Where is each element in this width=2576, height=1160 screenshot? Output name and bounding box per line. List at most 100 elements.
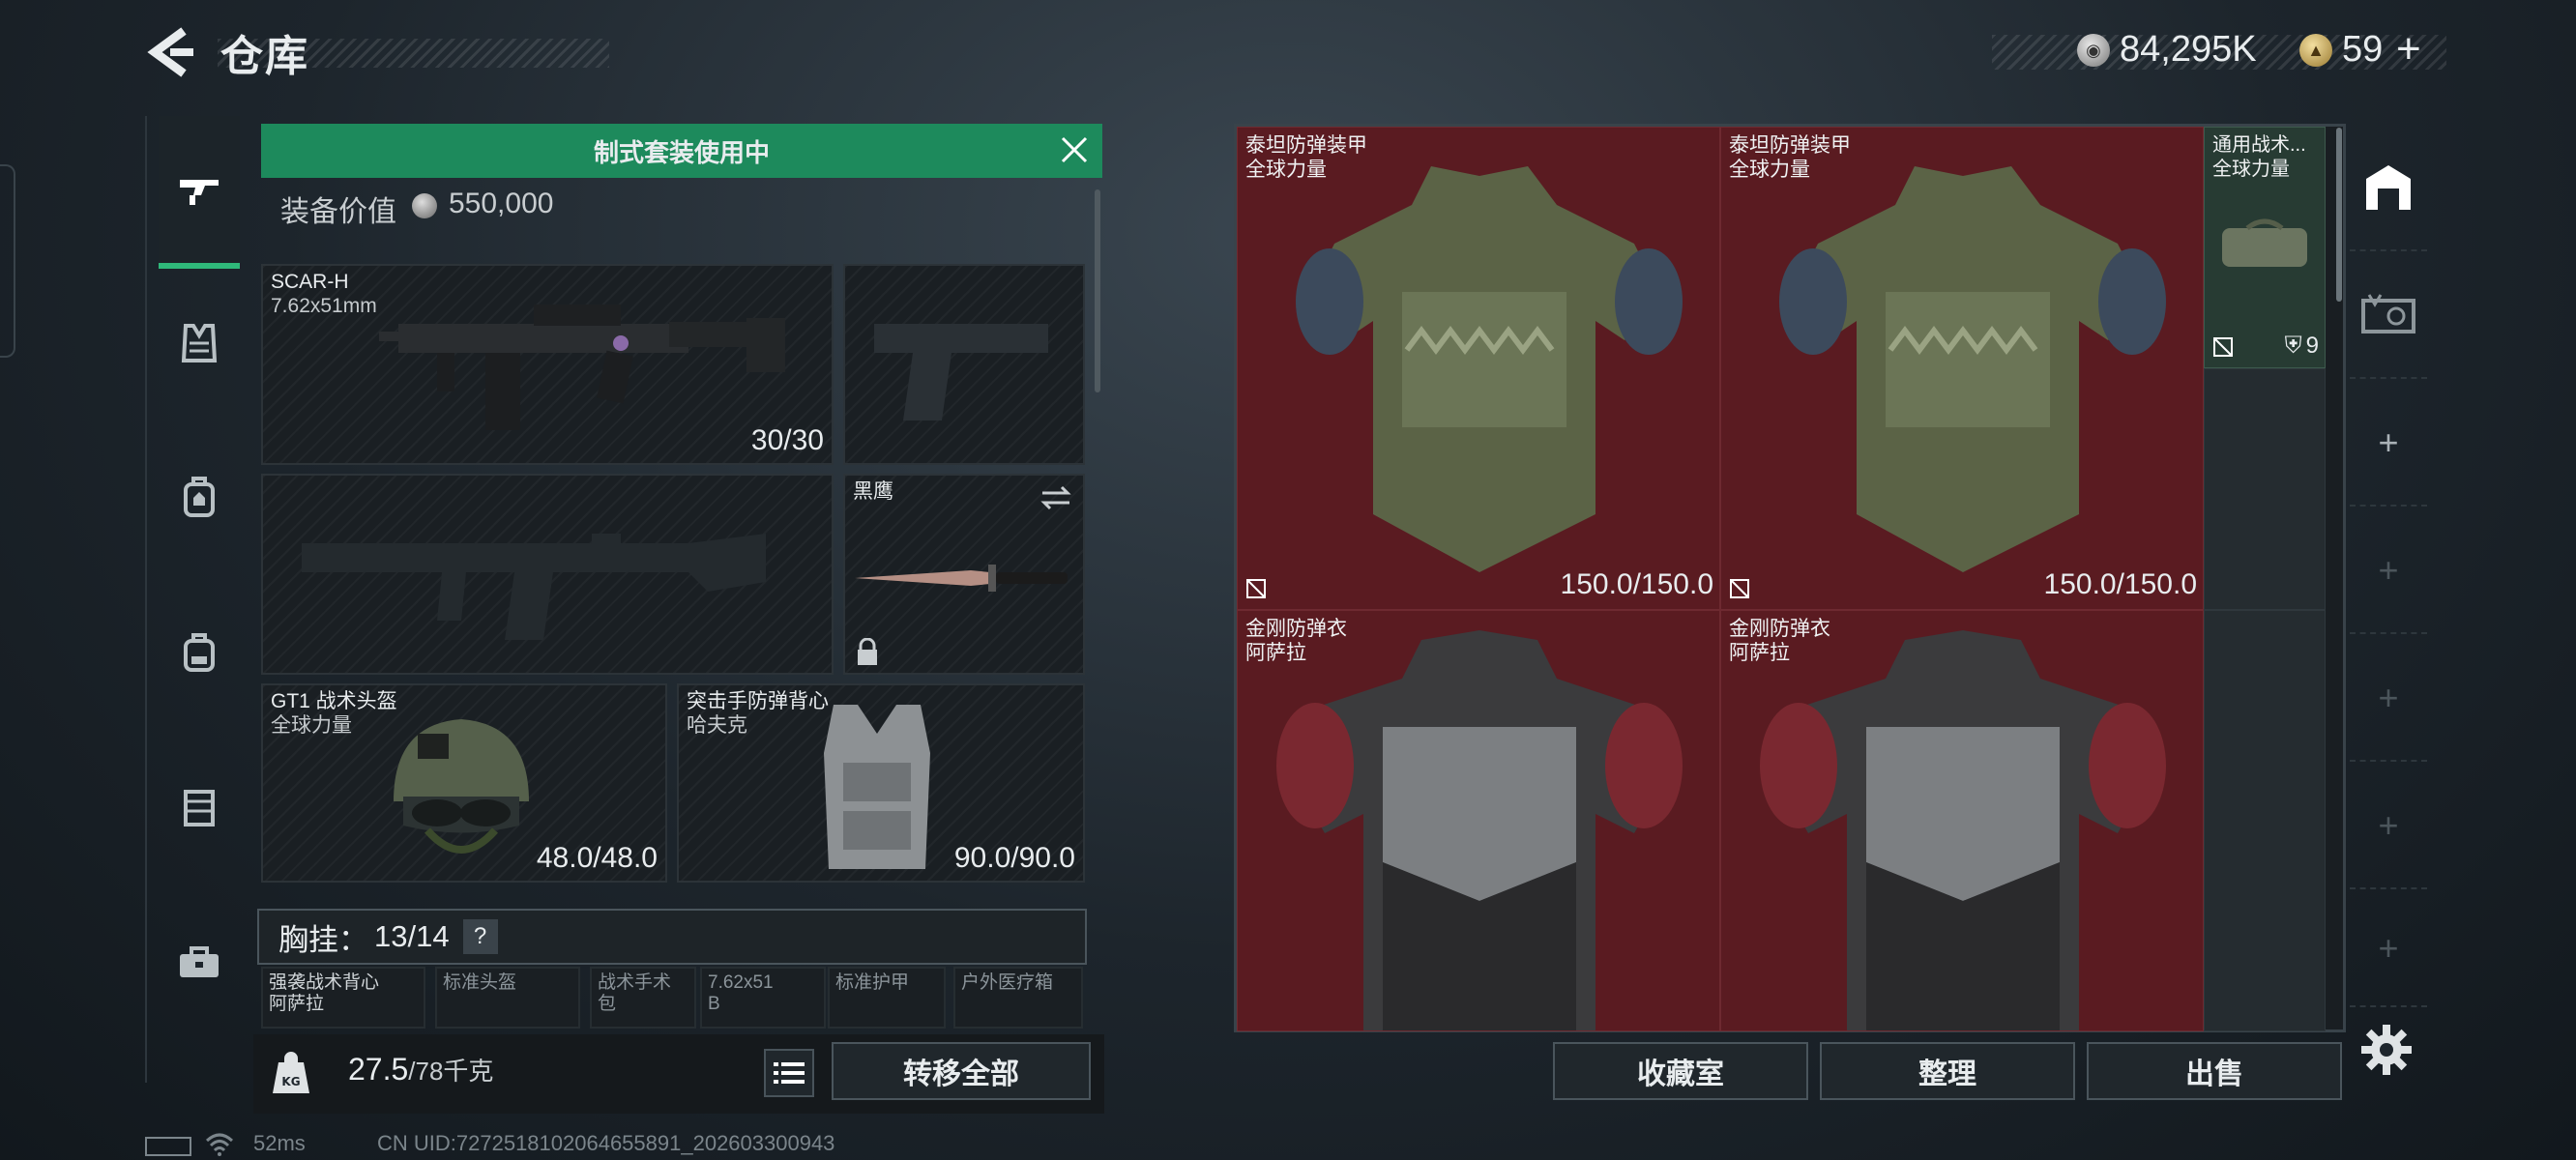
pistol-placeholder-icon [874, 324, 1048, 420]
vest-small-icon: ⛨ [2284, 333, 2302, 359]
gold-coin-icon: ▲ [2299, 34, 2332, 67]
mini-slot-5[interactable]: 标准护甲 [828, 967, 946, 1029]
transfer-all-button[interactable]: 转移全部 [832, 1042, 1091, 1100]
melee-slot[interactable]: 黑鹰 [843, 474, 1085, 675]
wifi-icon [205, 1133, 234, 1156]
rail-item-warehouse[interactable] [2350, 126, 2427, 251]
swap-icon[interactable] [1039, 483, 1073, 512]
mini-slot-1[interactable]: 强袭战术背心 阿萨拉 [261, 967, 425, 1029]
collection-room-button[interactable]: 收藏室 [1553, 1042, 1808, 1100]
loadout-scrollbar[interactable] [1095, 189, 1100, 392]
container-icon [184, 790, 215, 826]
item-brand: 全球力量 [2212, 159, 2290, 180]
warehouse-page-rail: + + + + + [2350, 126, 2427, 1044]
item-count: 9 [2305, 333, 2319, 359]
armor-vest-icon [1296, 166, 1683, 572]
warehouse-item-kingkong-armor[interactable]: 金刚防弹衣 阿萨拉 [1720, 610, 2204, 1031]
close-icon[interactable] [1052, 128, 1097, 172]
mini-slot-3[interactable]: 战术手术包 [590, 967, 696, 1029]
armor-slot[interactable]: 突击手防弹背心 哈夫克 90.0/90.0 [677, 683, 1085, 883]
backpack-icon [184, 633, 215, 672]
add-currency-button[interactable]: + [2396, 25, 2421, 73]
mini-slot-2[interactable]: 标准头盔 [435, 967, 580, 1029]
add-page-button[interactable]: + [2350, 764, 2427, 889]
item-durability: 150.0/150.0 [1560, 568, 1713, 600]
armor-brand: 哈夫克 [687, 714, 747, 737]
add-page-button[interactable]: + [2350, 636, 2427, 762]
warehouse-scrollbar[interactable] [2336, 128, 2342, 302]
tab-container[interactable] [159, 735, 240, 880]
tab-chest-rig[interactable] [159, 271, 240, 416]
mini-slot-label: 7.62x51 [708, 972, 774, 993]
weapon-icon [180, 180, 219, 205]
warehouse-item-titan-armor[interactable]: 泰坦防弹装甲 全球力量 150.0/150.0 [1720, 127, 2204, 610]
no-insure-icon [1246, 579, 1266, 598]
mini-slot-label: 战术手术包 [598, 972, 672, 1014]
chest-rig-count: 13/14 [374, 919, 450, 953]
armor-durability: 90.0/90.0 [953, 842, 1075, 874]
add-page-button[interactable]: + [2350, 381, 2427, 507]
silver-currency-amount: 84,295K [2120, 29, 2257, 70]
helmet-durability: 48.0/48.0 [536, 842, 658, 874]
mini-slot-label: 强袭战术背心 [269, 972, 380, 993]
helmet-slot[interactable]: GT1 战术头盔 全球力量 48.0/48.0 [261, 683, 667, 883]
rifle-icon [379, 304, 785, 430]
side-drawer-handle[interactable] [0, 164, 15, 358]
ammo-count: 30/30 [750, 424, 824, 456]
mini-slot-6[interactable]: 户外医疗箱 [953, 967, 1083, 1029]
primary-weapon-slot[interactable]: SCAR-H 7.62x51mm 30/30 [261, 264, 834, 465]
tab-armor-backpack[interactable] [159, 425, 240, 570]
item-name: 通用战术... [2212, 134, 2306, 156]
armor-vest-icon [1276, 630, 1683, 1030]
battery-icon [145, 1137, 191, 1156]
armor-name: 突击手防弹背心 [687, 690, 829, 712]
mini-slot-sublabel: B [708, 994, 720, 1014]
lock-icon [858, 638, 877, 665]
mini-slot-label: 标准护甲 [835, 972, 910, 993]
tab-toolbox[interactable] [159, 889, 240, 1034]
equip-value-label: 装备价值 [280, 196, 396, 228]
add-page-button[interactable]: + [2350, 891, 2427, 1007]
warehouse-item-kingkong-armor[interactable]: 金刚防弹衣 阿萨拉 [1237, 610, 1720, 1031]
chest-rig-label: 胸挂： [278, 922, 368, 957]
tab-weapons[interactable] [159, 116, 240, 269]
help-button[interactable]: ? [462, 919, 498, 954]
secondary-weapon-slot[interactable] [261, 474, 834, 675]
tab-backpack[interactable] [159, 580, 240, 725]
silver-coin-icon: ◉ [2077, 34, 2110, 67]
empty-grid-cell[interactable] [2204, 610, 2326, 1031]
warehouse-grid: 泰坦防弹装甲 全球力量 150.0/150.0 泰坦防弹装甲 全球力量 150.… [1234, 124, 2346, 1032]
item-durability: 150.0/150.0 [2043, 568, 2197, 600]
equip-value-amount: 550,000 [449, 188, 554, 219]
warehouse-item-titan-armor[interactable]: 泰坦防弹装甲 全球力量 150.0/150.0 [1237, 127, 1720, 610]
rail-item-vault[interactable] [2350, 253, 2427, 379]
warehouse-item-tactical-bag[interactable]: 通用战术... 全球力量 ⛨ 9 [2204, 127, 2326, 368]
ping-readout: 52ms [253, 1131, 306, 1155]
weapon-caliber: 7.62x51mm [271, 295, 377, 317]
sort-button[interactable]: 整理 [1820, 1042, 2075, 1100]
toolbox-icon [180, 946, 219, 977]
add-page-button[interactable]: + [2350, 508, 2427, 634]
weight-value: 27.5/78千克 [348, 1052, 493, 1088]
weight-icon: KG [273, 1052, 309, 1093]
page-title: 仓库 [220, 33, 309, 80]
vest-icon [824, 705, 930, 869]
weight-max: /78千克 [408, 1057, 494, 1086]
no-insure-icon [1730, 579, 1749, 598]
empty-grid-cell[interactable] [2204, 368, 2326, 610]
back-arrow-icon[interactable] [145, 25, 195, 79]
sell-button[interactable]: 出售 [2087, 1042, 2342, 1100]
bag-icon [2222, 218, 2307, 267]
mini-slot-label: 户外医疗箱 [961, 972, 1054, 993]
uid-readout: CN UID:7272518102064655891_202603300943 [377, 1131, 835, 1155]
chest-rig-row[interactable]: 胸挂： 13/14 ? [257, 909, 1087, 965]
list-icon [774, 1062, 805, 1084]
mini-slot-4[interactable]: 7.62x51 B [700, 967, 826, 1029]
sidearm-slot[interactable] [843, 264, 1085, 465]
list-view-button[interactable] [764, 1049, 814, 1097]
vest-icon [181, 324, 218, 362]
preset-suit-banner: 制式套装使用中 [261, 124, 1102, 178]
gear-icon[interactable] [2359, 1023, 2414, 1077]
helmet-icon [394, 719, 529, 854]
item-count-group: ⛨ 9 [2285, 333, 2319, 360]
